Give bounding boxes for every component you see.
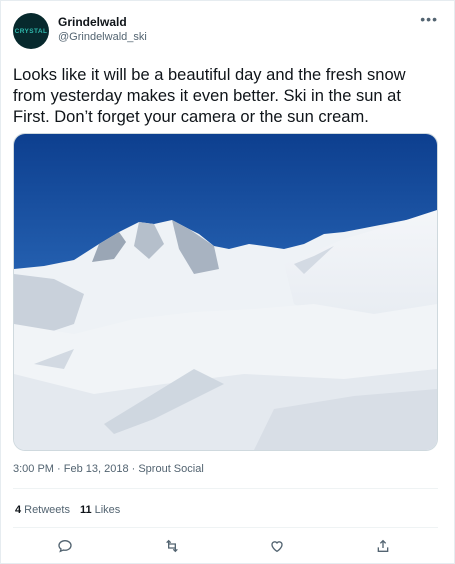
tweet-actions (13, 534, 438, 558)
heart-icon[interactable] (267, 536, 287, 556)
tweet-card: CRYSTAL Grindelwald @Grindelwald_ski •••… (0, 0, 455, 564)
retweets-stat[interactable]: 4 Retweets (15, 504, 70, 516)
retweets-label: Retweets (24, 504, 70, 516)
tweet-stats: 4 Retweets 11 Likes (15, 504, 120, 516)
account-name[interactable]: Grindelwald (58, 15, 127, 29)
avatar[interactable]: CRYSTAL (13, 13, 49, 49)
divider (13, 527, 438, 528)
account-handle[interactable]: @Grindelwald_ski (58, 31, 147, 43)
reply-icon[interactable] (55, 536, 75, 556)
share-icon[interactable] (373, 536, 393, 556)
mountain-photo (14, 134, 437, 450)
retweet-icon[interactable] (162, 536, 182, 556)
avatar-text: CRYSTAL (14, 27, 48, 35)
divider (13, 488, 438, 489)
likes-label: Likes (94, 504, 121, 516)
retweets-count: 4 (15, 504, 22, 516)
more-dots-icon[interactable]: ••• (420, 11, 438, 27)
tweet-photo[interactable] (13, 133, 438, 451)
likes-stat[interactable]: 11 Likes (80, 504, 120, 516)
tweet-timestamp[interactable]: 3:00 PM · Feb 13, 2018 · Sprout Social (13, 463, 204, 475)
tweet-text: Looks like it will be a beautiful day an… (13, 66, 406, 126)
likes-count: 11 (79, 504, 92, 516)
